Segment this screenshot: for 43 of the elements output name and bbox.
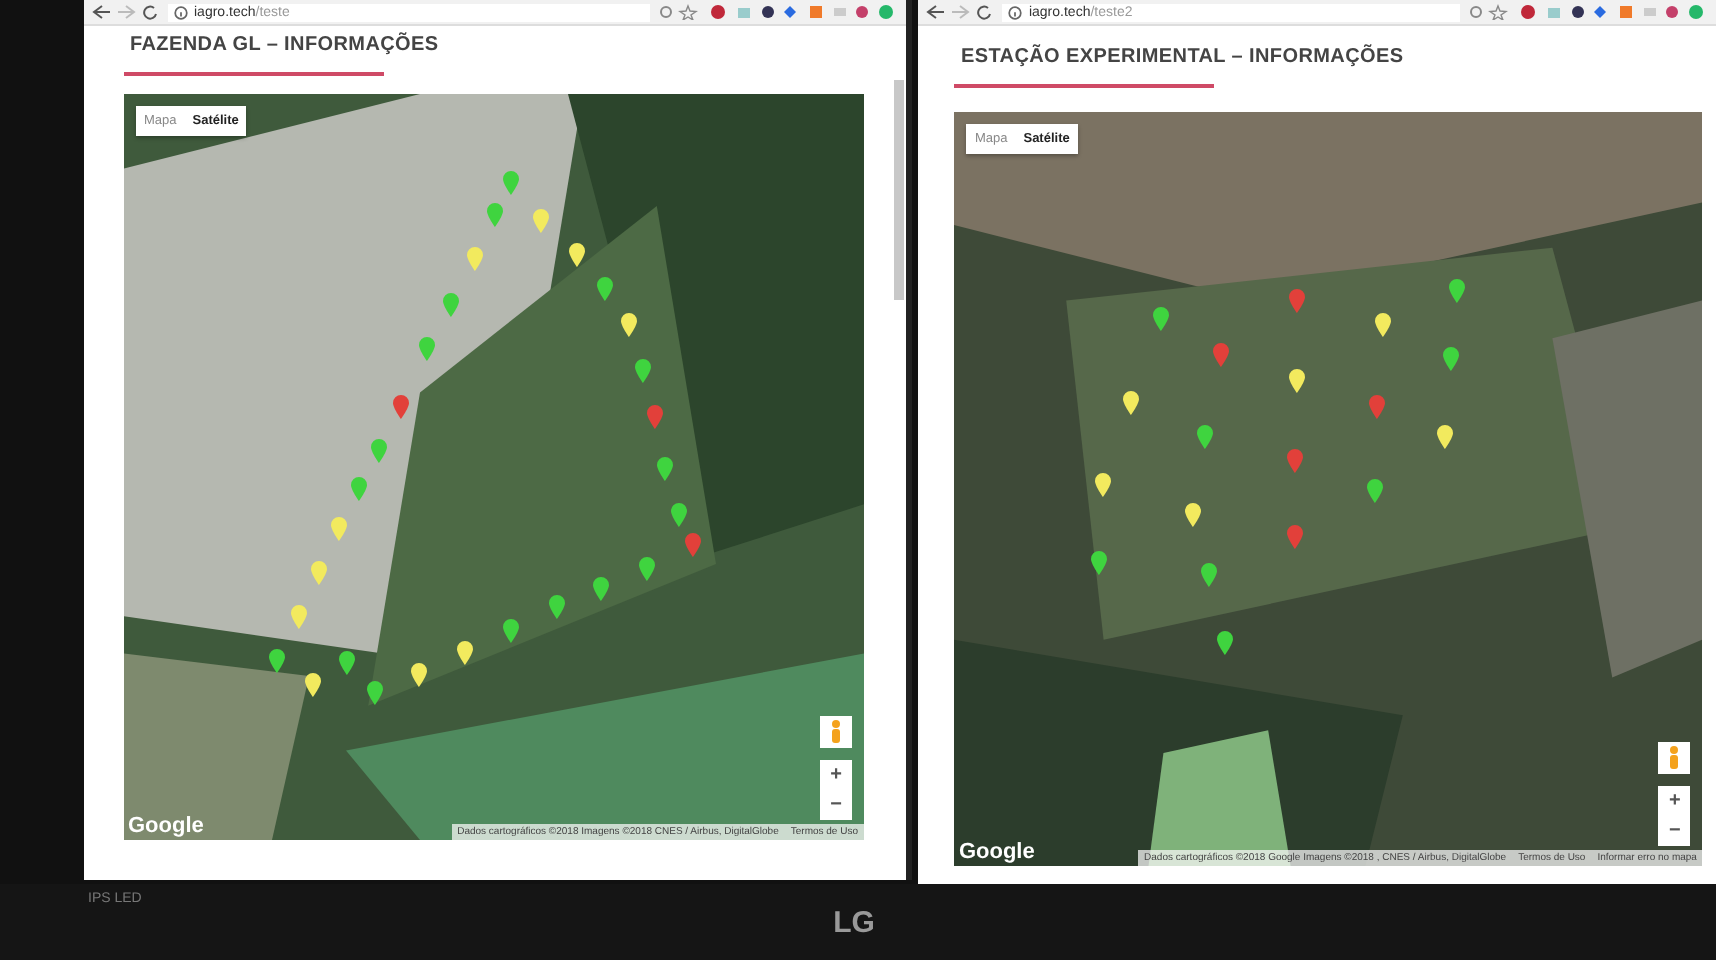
map-pin-icon[interactable] bbox=[303, 671, 321, 698]
extension-icons[interactable] bbox=[1468, 4, 1708, 20]
extension-icons[interactable] bbox=[658, 4, 899, 20]
map-pin-icon[interactable] bbox=[619, 312, 637, 338]
map-pin-icon[interactable] bbox=[1287, 368, 1306, 394]
map-pin-icon[interactable] bbox=[1121, 390, 1140, 416]
monitor-logo: LG bbox=[833, 905, 875, 939]
map-pin-icon[interactable] bbox=[1365, 478, 1384, 504]
map-pin-icon[interactable] bbox=[1151, 306, 1170, 332]
map-pin-icon[interactable] bbox=[1215, 630, 1234, 656]
map-pin-icon[interactable] bbox=[455, 639, 473, 666]
map-pin-icon[interactable] bbox=[1199, 562, 1218, 588]
map-pin-icon[interactable] bbox=[1435, 424, 1454, 450]
map-pin-icon[interactable] bbox=[670, 502, 689, 528]
navigation-icon[interactable] bbox=[92, 4, 160, 20]
map-pin-icon[interactable] bbox=[1183, 502, 1202, 528]
map-pin-icon[interactable] bbox=[591, 576, 609, 602]
map-pin-icon[interactable] bbox=[1093, 472, 1112, 498]
info-icon bbox=[174, 5, 188, 19]
map-pin-icon[interactable] bbox=[1447, 278, 1466, 304]
scrollbar[interactable] bbox=[894, 80, 905, 300]
page-title: FAZENDA GL – INFORMAÇÕES bbox=[130, 34, 441, 56]
map-pin-icon[interactable] bbox=[567, 242, 585, 268]
map-pin-icon[interactable] bbox=[1373, 312, 1392, 338]
map-pin-icon[interactable] bbox=[337, 650, 355, 676]
map-pin-icon[interactable] bbox=[1441, 346, 1460, 372]
map-pin-icon[interactable] bbox=[633, 358, 651, 384]
map-pin-icon[interactable] bbox=[547, 594, 565, 620]
map-pin-icon[interactable] bbox=[365, 680, 383, 706]
map-pin-icon[interactable] bbox=[637, 556, 655, 582]
map-pin-icon[interactable] bbox=[656, 456, 675, 482]
navigation-icon[interactable] bbox=[926, 4, 995, 20]
map-pin-icon[interactable] bbox=[268, 648, 287, 674]
google-logo: Google bbox=[958, 840, 1035, 864]
map-pin-icon[interactable] bbox=[501, 618, 519, 644]
google-logo: Google bbox=[128, 814, 204, 838]
pegman-icon[interactable] bbox=[1658, 742, 1691, 774]
map-pin-icon[interactable] bbox=[1089, 550, 1108, 576]
page-title: ESTAÇÃO EXPERIMENTAL – INFORMAÇÕES bbox=[960, 46, 1406, 68]
map-pin-icon[interactable] bbox=[409, 662, 427, 688]
map-pin-icon[interactable] bbox=[1195, 424, 1214, 450]
map-pin-icon[interactable] bbox=[596, 276, 615, 302]
info-icon bbox=[1008, 5, 1023, 19]
